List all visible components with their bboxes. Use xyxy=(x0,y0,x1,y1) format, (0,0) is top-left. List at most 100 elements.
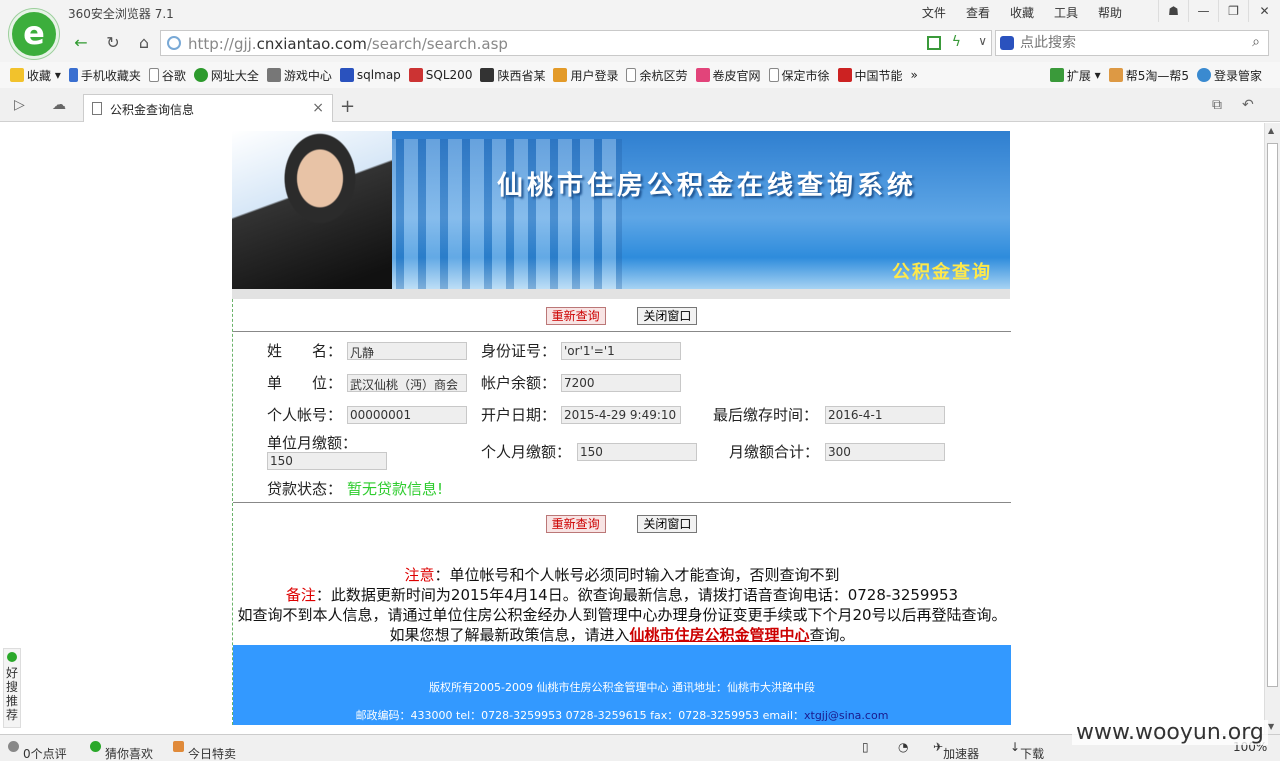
menu-favorites[interactable]: 收藏 xyxy=(1000,4,1044,21)
maximize-button[interactable]: ❐ xyxy=(1218,0,1248,22)
guess-item[interactable]: 猜你喜欢 xyxy=(90,740,153,761)
notes-section: 注意：单位帐号和个人帐号必须同时输入才能查询，否则查询不到 备注：此数据更新时间… xyxy=(233,535,1011,645)
close-window-button-bottom[interactable]: 关闭窗口 xyxy=(637,515,698,533)
name-field: 凡静 xyxy=(347,342,467,360)
app-name: 360安全浏览器 7.1 xyxy=(68,7,174,21)
sidebar-toggle-icon[interactable]: ▷ xyxy=(14,97,25,113)
heart-icon xyxy=(90,741,101,752)
undo-close-icon[interactable]: ↶ xyxy=(1242,97,1254,113)
site-icon xyxy=(553,68,568,82)
bookmark-energy[interactable]: 中国节能 xyxy=(837,67,903,84)
home-icon[interactable]: ⌂ xyxy=(133,32,155,54)
bookmark-juanpi[interactable]: 卷皮官网 xyxy=(695,67,761,84)
haosou-widget[interactable]: 好搜推荐 xyxy=(3,648,21,728)
search-engine-icon[interactable] xyxy=(1000,36,1014,50)
browser-logo-icon[interactable]: e xyxy=(9,9,59,59)
bookmark-login[interactable]: 用户登录 xyxy=(553,67,618,84)
menu-tools[interactable]: 工具 xyxy=(1044,4,1088,21)
plus-icon xyxy=(193,68,208,82)
title-bar: 360安全浏览器 7.1 文件 查看 收藏 工具 帮助 ☗ — ❐ ✕ xyxy=(0,0,1280,26)
bookmark-sites[interactable]: 网址大全 xyxy=(193,67,259,84)
cloud-icon[interactable]: ☁ xyxy=(52,97,66,113)
search-input[interactable] xyxy=(1020,34,1240,52)
star-icon xyxy=(10,68,24,82)
bookmark-mobile[interactable]: 手机收藏夹 xyxy=(68,67,141,84)
bookmark-google[interactable]: 谷歌 xyxy=(148,67,186,84)
download-item[interactable]: ↓ 下载 xyxy=(1010,740,1044,761)
extension-icon xyxy=(1049,68,1064,82)
footer-email[interactable]: xtgjj@sina.com xyxy=(804,709,888,722)
more-bookmarks-icon[interactable]: » xyxy=(911,68,918,82)
skin-icon[interactable]: ☗ xyxy=(1158,0,1188,22)
bookmarks-right: 扩展 ▾ 帮5淘—帮5 登录管家 xyxy=(1049,62,1270,88)
login-manager[interactable]: 登录管家 xyxy=(1196,67,1262,84)
close-button[interactable]: ✕ xyxy=(1248,0,1280,22)
buildings-graphic xyxy=(382,139,622,289)
requery-button-bottom[interactable]: 重新查询 xyxy=(545,515,606,533)
extensions-button[interactable]: 扩展 ▾ xyxy=(1049,67,1101,84)
bookmark-sql200[interactable]: SQL200 xyxy=(408,68,472,82)
gift-icon xyxy=(173,741,184,752)
result-panel: 重新查询 关闭窗口 姓 名： 凡静 身份证号： 'or'1'='1 单 位： 武… xyxy=(232,299,1011,725)
url-text[interactable]: http://gjj.cnxiantao.com/search/search.a… xyxy=(188,35,508,53)
last-pay-label: 最后缴存时间： xyxy=(713,406,819,424)
comment-icon xyxy=(8,741,19,752)
center-link[interactable]: 仙桃市住房公积金管理中心 xyxy=(629,626,809,644)
account-info: 姓 名： 凡静 身份证号： 'or'1'='1 单 位： 武汉仙桃（沔）商会 帐… xyxy=(233,332,1011,502)
page-icon xyxy=(626,68,637,82)
close-tab-icon[interactable]: × xyxy=(312,100,324,116)
idcard-label: 身份证号： xyxy=(481,342,557,360)
vertical-scrollbar[interactable]: ▲ ▼ xyxy=(1264,123,1280,734)
menu-file[interactable]: 文件 xyxy=(912,4,956,21)
personal-monthly-label: 个人月缴额： xyxy=(481,443,572,461)
account-field: 00000001 xyxy=(347,406,467,424)
bookmark-favorites[interactable]: 收藏 ▾ xyxy=(10,67,61,84)
menu-view[interactable]: 查看 xyxy=(956,4,1000,21)
bookmarks-bar: 收藏 ▾ 手机收藏夹 谷歌 网址大全 游戏中心 sqlmap SQL200 陕西… xyxy=(0,62,1280,88)
phone-icon xyxy=(68,68,78,82)
scroll-up-icon[interactable]: ▲ xyxy=(1268,126,1274,135)
bookmark-sqlmap[interactable]: sqlmap xyxy=(339,68,401,82)
close-window-button[interactable]: 关闭窗口 xyxy=(637,307,698,325)
new-tab-icon[interactable]: + xyxy=(340,96,355,117)
chevron-down-icon[interactable]: ∨ xyxy=(978,34,987,48)
unit-monthly-label: 单位月缴额： xyxy=(267,434,358,452)
qrcode-icon[interactable] xyxy=(927,36,941,50)
address-bar[interactable]: http://gjj.cnxiantao.com/search/search.a… xyxy=(160,30,992,56)
back-icon[interactable]: ← xyxy=(70,32,92,54)
watermark: www.wooyun.org xyxy=(1072,720,1268,745)
site-icon xyxy=(1108,68,1123,82)
bookmark-shaanxi[interactable]: 陕西省某 xyxy=(480,67,545,84)
search-icon[interactable]: ⌕ xyxy=(1252,34,1260,50)
bookmark-games[interactable]: 游戏中心 xyxy=(266,67,332,84)
scroll-thumb[interactable] xyxy=(1267,143,1278,687)
footer-contact: 邮政编码：433000 tel：0728-3259953 0728-325961… xyxy=(355,709,889,722)
bookmark-yuhang[interactable]: 余杭区劳 xyxy=(626,67,688,84)
widget-label: 好搜推荐 xyxy=(6,666,19,722)
restore-tabs-icon[interactable]: ⧉ xyxy=(1212,97,1222,113)
deals-item[interactable]: 今日特卖 xyxy=(173,740,236,761)
search-box[interactable]: ⌕ xyxy=(995,30,1269,56)
bang5-link[interactable]: 帮5淘—帮5 xyxy=(1108,67,1189,84)
menu-help[interactable]: 帮助 xyxy=(1088,4,1132,21)
lightning-icon[interactable]: ϟ xyxy=(952,34,961,50)
requery-button[interactable]: 重新查询 xyxy=(545,307,606,325)
header-banner: 仙桃市住房公积金在线查询系统 公积金查询 xyxy=(232,131,1010,289)
personal-monthly-field: 150 xyxy=(577,443,697,461)
balance-label: 帐户余额： xyxy=(481,374,557,392)
speed-icon[interactable]: ◔ xyxy=(898,740,908,754)
status-dot-icon xyxy=(7,652,17,662)
scroll-down-icon[interactable]: ▼ xyxy=(1268,722,1274,731)
refresh-icon[interactable]: ↻ xyxy=(102,32,124,54)
minimize-button[interactable]: — xyxy=(1188,0,1218,22)
mobile-icon[interactable]: ▯ xyxy=(862,740,869,754)
unit-label: 单 位： xyxy=(267,374,343,392)
globe-icon xyxy=(167,36,181,50)
balance-field: 7200 xyxy=(561,374,681,392)
bookmark-baoding[interactable]: 保定市徐 xyxy=(768,67,830,84)
accelerator-item[interactable]: ✈ 加速器 xyxy=(933,740,979,761)
person-photo xyxy=(232,131,392,289)
comments-item[interactable]: 0个点评 xyxy=(8,740,67,761)
open-date-field: 2015-4-29 9:49:10 xyxy=(561,406,681,424)
tab-active[interactable]: 公积金查询信息 × xyxy=(83,94,333,122)
